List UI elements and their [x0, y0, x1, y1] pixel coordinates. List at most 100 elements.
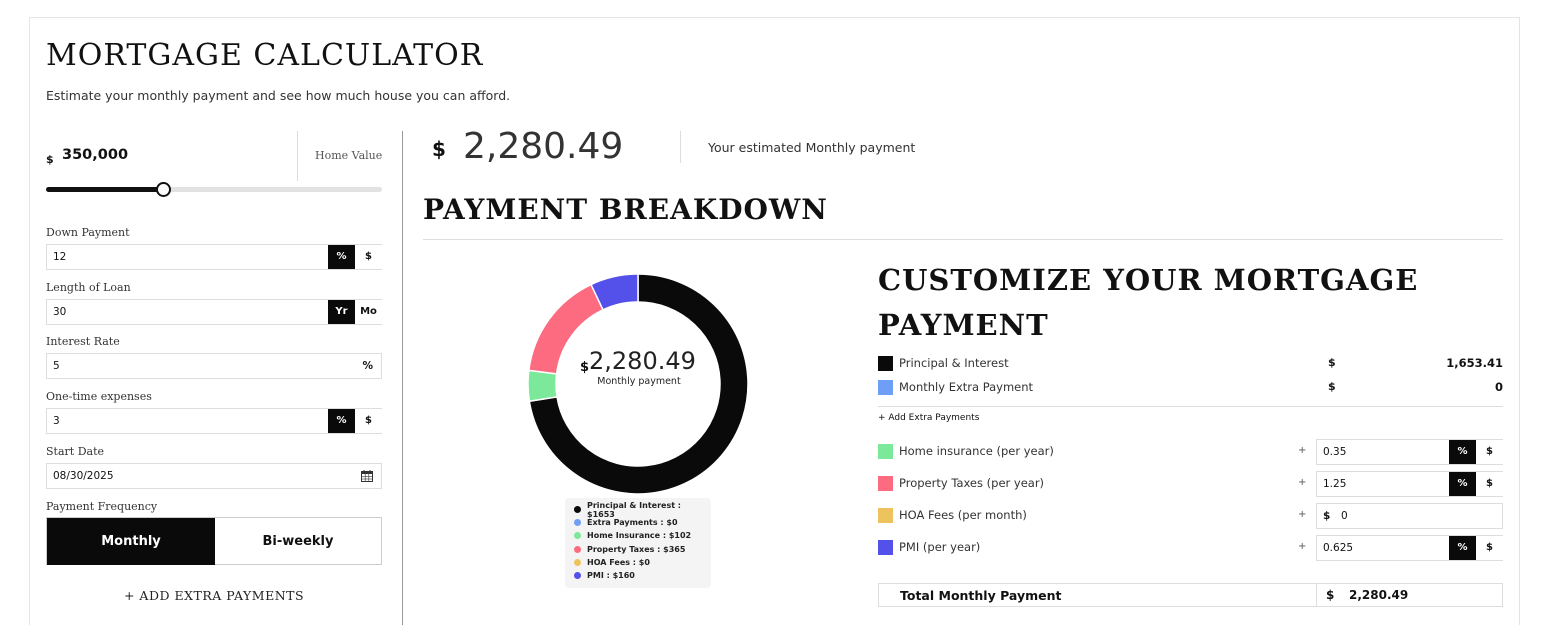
hoa-fees-plus: +: [1298, 509, 1307, 520]
home-value-slider-handle[interactable]: [155, 182, 171, 197]
loan-length-field[interactable]: 30 Yr Mo: [46, 299, 382, 325]
donut-slice-home-insurance[interactable]: [527, 369, 558, 403]
legend-label: PMI : $160: [587, 571, 635, 581]
property-taxes-plus: +: [1298, 477, 1307, 488]
monthly-payment-divider: [680, 131, 681, 163]
start-date-label: Start Date: [46, 445, 104, 458]
donut-center-currency: $: [580, 360, 589, 375]
one-time-expenses-label: One-time expenses: [46, 390, 152, 403]
monthly-payment-value: 2,280.49: [463, 126, 624, 167]
down-payment-value: 12: [53, 251, 67, 263]
one-time-percent-toggle[interactable]: %: [328, 409, 355, 433]
legend-dot-icon: [574, 519, 581, 527]
chart-legend: Principal & Interest : $1653 Extra Paymen…: [565, 498, 711, 588]
home-insurance-value: 0.35: [1323, 446, 1347, 458]
legend-label: Home Insurance : $102: [587, 531, 692, 541]
home-value-slider-fill: [46, 187, 164, 192]
home-value-input[interactable]: 350,000: [62, 147, 128, 163]
legend-label: HOA Fees : $0: [587, 557, 650, 567]
hoa-fees-color-swatch: [878, 508, 893, 523]
interest-rate-field[interactable]: 5 %: [46, 353, 382, 379]
hoa-fees-field[interactable]: $ 0: [1316, 503, 1503, 529]
monthly-extra-payment-currency: $: [1328, 380, 1336, 393]
interest-rate-value: 5: [53, 360, 60, 372]
principal-color-swatch: [878, 356, 893, 371]
legend-label: Extra Payments : $0: [587, 518, 678, 528]
legend-dot-icon: [574, 572, 581, 580]
pmi-percent-toggle[interactable]: %: [1449, 536, 1476, 560]
home-insurance-plus: +: [1298, 445, 1307, 456]
calendar-icon[interactable]: [361, 470, 373, 482]
home-value-divider: [297, 131, 298, 181]
property-taxes-label: Property Taxes (per year): [899, 476, 1045, 490]
loan-length-month-toggle[interactable]: Mo: [355, 300, 382, 324]
one-time-expenses-field[interactable]: 3 % $: [46, 408, 382, 434]
home-insurance-field[interactable]: 0.35 % $: [1316, 439, 1503, 465]
total-monthly-payment-value: 2,280.49: [1349, 588, 1409, 602]
start-date-value: 08/30/2025: [53, 470, 114, 482]
loan-length-year-toggle[interactable]: Yr: [328, 300, 355, 324]
property-taxes-field[interactable]: 1.25 % $: [1316, 471, 1503, 497]
home-insurance-color-swatch: [878, 444, 893, 459]
extra-payment-color-swatch: [878, 380, 893, 395]
principal-interest-currency: $: [1328, 356, 1336, 369]
legend-item[interactable]: Property Taxes : $365: [574, 543, 711, 556]
pmi-plus: +: [1298, 541, 1307, 552]
down-payment-dollar-toggle[interactable]: $: [355, 245, 382, 269]
property-taxes-color-swatch: [878, 476, 893, 491]
property-taxes-dollar-toggle[interactable]: $: [1476, 472, 1503, 496]
pmi-field[interactable]: 0.625 % $: [1316, 535, 1503, 561]
loan-length-label: Length of Loan: [46, 281, 131, 294]
legend-item[interactable]: HOA Fees : $0: [574, 556, 711, 569]
down-payment-percent-toggle[interactable]: %: [328, 245, 355, 269]
page-subtitle: Estimate your monthly payment and see ho…: [46, 88, 511, 103]
pmi-dollar-toggle[interactable]: $: [1476, 536, 1503, 560]
principal-interest-amount: 1,653.41: [1446, 356, 1503, 370]
monthly-payment-label: Your estimated Monthly payment: [708, 140, 916, 155]
payment-breakdown-donut-chart: $ 2,280.49 Monthly payment: [527, 273, 749, 495]
property-taxes-percent-toggle[interactable]: %: [1449, 472, 1476, 496]
down-payment-label: Down Payment: [46, 226, 130, 239]
add-extra-payments-link[interactable]: + Add Extra Payments: [878, 413, 979, 423]
one-time-dollar-toggle[interactable]: $: [355, 409, 382, 433]
legend-item[interactable]: Principal & Interest : $1653: [574, 500, 711, 519]
payment-frequency-label: Payment Frequency: [46, 500, 158, 513]
page-title: MORTGAGE CALCULATOR: [46, 38, 484, 73]
property-taxes-value: 1.25: [1323, 478, 1347, 490]
total-monthly-payment-label: Total Monthly Payment: [900, 588, 1062, 603]
legend-label: Principal & Interest : $1653: [587, 500, 682, 519]
total-monthly-payment-row: Total Monthly Payment $ 2,280.49: [878, 583, 1503, 607]
pmi-label: PMI (per year): [899, 540, 981, 554]
legend-dot-icon: [574, 558, 581, 566]
payment-frequency-toggle: Monthly Bi-weekly: [46, 517, 382, 565]
legend-label: Property Taxes : $365: [587, 544, 686, 554]
add-extra-payments-button[interactable]: + ADD EXTRA PAYMENTS: [46, 588, 382, 603]
frequency-monthly-button[interactable]: Monthly: [47, 518, 215, 565]
legend-dot-icon: [574, 532, 581, 540]
monthly-extra-payment-label: Monthly Extra Payment: [899, 380, 1034, 394]
monthly-payment-currency: $: [432, 137, 446, 161]
interest-rate-label: Interest Rate: [46, 335, 120, 348]
payment-breakdown-title: PAYMENT BREAKDOWN: [423, 193, 828, 226]
loan-length-value: 30: [53, 306, 67, 318]
principal-interest-label: Principal & Interest: [899, 356, 1009, 370]
donut-center-value: 2,280.49: [589, 347, 696, 375]
legend-item[interactable]: PMI : $160: [574, 569, 711, 582]
monthly-extra-payment-amount: 0: [1494, 380, 1503, 394]
start-date-field[interactable]: 08/30/2025: [46, 463, 382, 489]
customize-rule: [878, 406, 1503, 407]
customize-title: CUSTOMIZE YOUR MORTGAGE PAYMENT: [878, 263, 1419, 342]
home-insurance-dollar-toggle[interactable]: $: [1476, 440, 1503, 464]
payment-breakdown-rule: [423, 239, 1503, 240]
hoa-fees-label: HOA Fees (per month): [899, 508, 1027, 522]
donut-center-label: Monthly payment: [597, 376, 681, 387]
frequency-biweekly-button[interactable]: Bi-weekly: [215, 518, 381, 565]
home-value-currency: $: [46, 153, 54, 166]
down-payment-field[interactable]: 12 % $: [46, 244, 382, 270]
total-divider: [1316, 584, 1317, 606]
pmi-value: 0.625: [1323, 542, 1354, 554]
home-insurance-label: Home insurance (per year): [899, 444, 1054, 458]
home-insurance-percent-toggle[interactable]: %: [1449, 440, 1476, 464]
total-monthly-payment-currency: $: [1326, 588, 1335, 602]
legend-item[interactable]: Home Insurance : $102: [574, 529, 711, 542]
